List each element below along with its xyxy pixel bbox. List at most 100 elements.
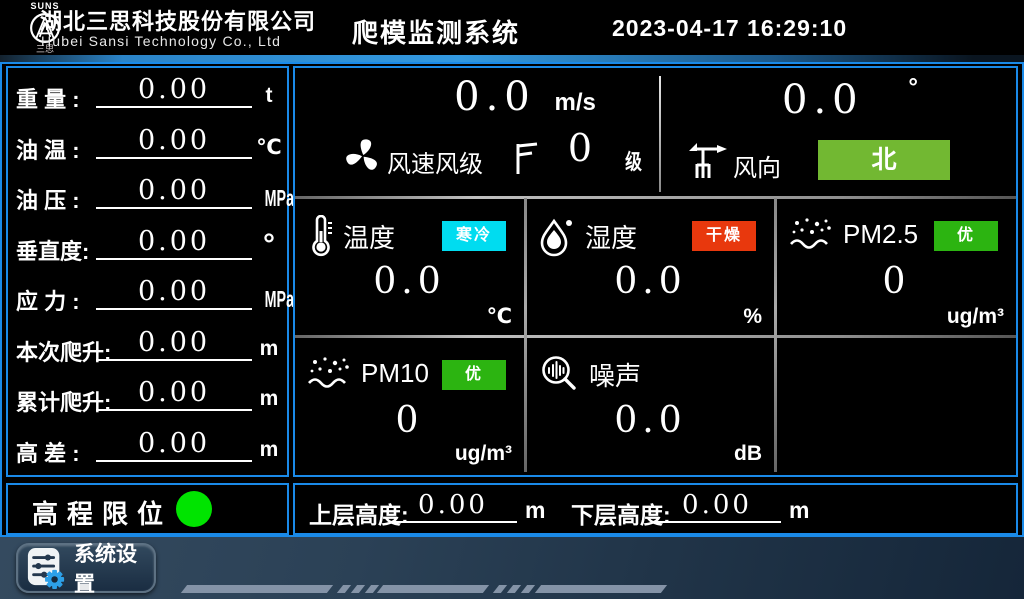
row-value: 0.00	[96, 327, 252, 361]
datetime-display: 2023-04-17 16:29:10	[612, 15, 847, 42]
footer-decoration-bar	[377, 585, 489, 593]
sensor-value: 0.0	[527, 400, 774, 441]
lower-height-value: 0.00	[653, 490, 781, 523]
page-title: 爬模监测系统	[352, 13, 520, 50]
row-unit: ℃	[251, 135, 287, 160]
noise-icon	[539, 354, 579, 394]
sensor-status-badge: 干燥	[692, 221, 756, 251]
sensor-value: 0.0	[295, 261, 524, 302]
dust-icon	[789, 215, 833, 253]
wind-direction-unit: °	[882, 74, 918, 101]
wind-level-value: 0	[545, 126, 615, 170]
sensor-name: 湿度	[585, 218, 637, 255]
wind-speed-value: 0.0 m/s	[385, 74, 665, 120]
thermometer-icon	[307, 215, 333, 257]
row-value: 0.00	[96, 175, 252, 209]
environment-panel: 0.0 m/s 风速风级 0 级	[293, 66, 1018, 477]
row-label: 油 压 :	[16, 183, 80, 215]
footer-decoration-bar	[181, 585, 333, 593]
footer-decoration-slash	[351, 585, 365, 593]
measurements-sidebar: 重 量 : 0.00 t 油 温 : 0.00 ℃ 油 压 : 0.00 MPa…	[6, 66, 289, 477]
sidebar-row-total-climb: 累计爬升: 0.00 m	[8, 375, 287, 426]
sensor-unit: %	[743, 305, 762, 329]
row-value: 0.00	[96, 377, 252, 411]
elevation-limit-indicator	[176, 491, 212, 527]
row-unit: MPa	[265, 286, 287, 313]
sidebar-row-verticality: 垂直度: 0.00 °	[8, 224, 287, 275]
sensor-status-badge: 寒冷	[442, 221, 506, 251]
droplet-icon	[539, 215, 575, 257]
sidebar-row-height-diff: 高 差 : 0.00 m	[8, 426, 287, 477]
sensor-cell-noise: 噪声 0.0 dB	[527, 338, 774, 472]
row-value: 0.00	[96, 125, 252, 159]
wind-direction-badge: 北	[818, 140, 950, 180]
wind-level-flag-icon	[513, 140, 539, 176]
sensor-name: 温度	[343, 218, 395, 255]
wind-level-unit: 级	[625, 146, 642, 176]
upper-height-unit: m	[525, 497, 545, 524]
sensor-cell-empty	[777, 338, 1016, 472]
sensor-value: 0	[295, 400, 524, 441]
row-unit: m	[251, 337, 287, 361]
sensor-unit: ug/m³	[947, 305, 1004, 329]
footer-decoration-slash	[493, 585, 507, 593]
row-unit: t	[251, 84, 287, 108]
wind-speed-row: 风速风级 0 级	[295, 130, 659, 194]
settings-button-label: 系统设置	[74, 538, 154, 598]
row-value: 0.00	[96, 428, 252, 462]
row-label: 重 量 :	[16, 82, 80, 114]
row-unit: m	[251, 438, 287, 462]
dust-icon	[307, 354, 351, 392]
row-label: 垂直度:	[16, 234, 89, 266]
sidebar-row-oil-temp: 油 温 : 0.00 ℃	[8, 123, 287, 174]
sidebar-row-current-climb: 本次爬升: 0.00 m	[8, 325, 287, 376]
row-unit: °	[251, 228, 287, 262]
elevation-limit-panel: 高程限位	[6, 483, 289, 535]
sensor-cell-pm10: PM10 优 0 ug/m³	[295, 338, 524, 472]
system-settings-button[interactable]: 系统设置	[16, 543, 156, 593]
fan-icon	[343, 136, 383, 176]
footer-bar: 系统设置	[0, 537, 1024, 599]
sensor-status-badge: 优	[934, 221, 998, 251]
footer-decoration-slash	[521, 585, 535, 593]
company-name-en: Hubei Sansi Technology Co., Ltd	[41, 33, 281, 49]
sensor-unit: dB	[734, 442, 762, 466]
sensor-name: PM2.5	[843, 219, 918, 250]
sidebar-row-weight: 重 量 : 0.00 t	[8, 72, 287, 123]
footer-decoration-slash	[507, 585, 521, 593]
header-divider	[0, 55, 1024, 62]
sensor-unit: ℃	[487, 304, 512, 329]
lower-height-unit: m	[789, 497, 809, 524]
sensor-cell-humidity: 湿度 干燥 0.0 %	[527, 199, 774, 335]
sensor-cell-temperature: 温度 寒冷 0.0 ℃	[295, 199, 524, 335]
sensor-status-badge: 优	[442, 360, 506, 390]
row-label: 高 差 :	[16, 436, 80, 468]
footer-decoration-slash	[337, 585, 351, 593]
upper-height-value: 0.00	[389, 490, 517, 523]
wind-speed-label: 风速风级	[387, 144, 483, 179]
sidebar-row-stress: 应 力 : 0.00 MPa	[8, 274, 287, 325]
row-value: 0.00	[96, 276, 252, 310]
row-label: 油 温 :	[16, 133, 80, 165]
climbing-formwork-monitor-screen: SUNS 三思 湖北三思科技股份有限公司 Hubei Sansi Technol…	[0, 0, 1024, 599]
wind-vane-icon	[687, 138, 729, 182]
row-unit: MPa	[265, 185, 287, 212]
sensor-unit: ug/m³	[455, 442, 512, 466]
sensor-value: 0	[777, 261, 1016, 302]
wind-direction-label: 风向	[733, 148, 781, 183]
wind-section-divider	[659, 76, 661, 192]
header: SUNS 三思 湖北三思科技股份有限公司 Hubei Sansi Technol…	[0, 0, 1024, 55]
settings-sliders-gear-icon	[26, 545, 66, 591]
row-value: 0.00	[96, 226, 252, 260]
wind-direction-value: 0.0 °	[725, 74, 975, 123]
wind-speed-unit: m/s	[554, 89, 595, 116]
layer-heights-panel: 上层高度: 0.00 m 下层高度: 0.00 m	[293, 483, 1018, 535]
sensor-value: 0.0	[527, 261, 774, 302]
sensor-name: PM10	[361, 358, 429, 389]
elevation-limit-label: 高程限位	[32, 494, 172, 531]
footer-decoration-bar	[535, 585, 667, 593]
row-value: 0.00	[96, 74, 252, 108]
sensor-name: 噪声	[589, 356, 641, 393]
row-label: 应 力 :	[16, 284, 80, 316]
sensor-cell-pm25: PM2.5 优 0 ug/m³	[777, 199, 1016, 335]
